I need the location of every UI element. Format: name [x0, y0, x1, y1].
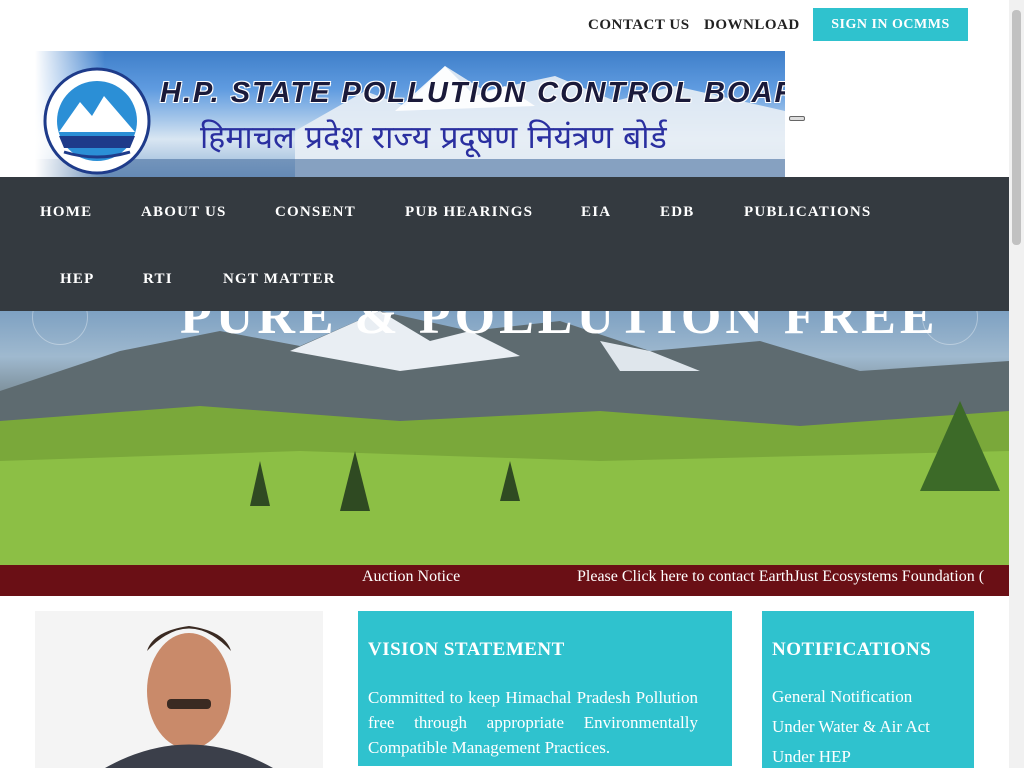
nav-eia[interactable]: EIA [581, 204, 611, 221]
nav-hep[interactable]: HEP [60, 271, 94, 288]
nav-about-us[interactable]: ABOUT US [141, 204, 227, 221]
nav-home[interactable]: HOME [40, 204, 92, 221]
sign-in-ocmms-button[interactable]: SIGN IN OCMMS [813, 8, 968, 41]
main-nav: HOME ABOUT US CONSENT PUB HEARINGS EIA E… [0, 177, 1009, 311]
portrait-photo [35, 611, 323, 768]
nav-publications[interactable]: PUBLICATIONS [744, 204, 871, 221]
notifications-title: NOTIFICATIONS [772, 639, 932, 660]
ticker-item-auction[interactable]: Auction Notice [362, 568, 460, 586]
vision-text: Committed to keep Himachal Pradesh Pollu… [368, 688, 698, 757]
notification-hep[interactable]: Under HEP [772, 747, 851, 767]
site-banner[interactable]: H.P. STATE POLLUTION CONTROL BOARD हिमाच… [35, 51, 785, 177]
vision-title: VISION STATEMENT [368, 639, 565, 660]
vision-statement-card: VISION STATEMENT Committed to keep Himac… [358, 611, 732, 766]
hpspcb-logo [43, 67, 151, 175]
nav-consent[interactable]: CONSENT [275, 204, 356, 221]
download-link[interactable]: DOWNLOAD [704, 17, 800, 34]
contact-us-link[interactable]: CONTACT US [588, 17, 690, 34]
notification-general[interactable]: General Notification [772, 687, 912, 707]
hero-slider: PURE & POLLUTION FREE [0, 311, 1009, 565]
nav-pub-hearings[interactable]: PUB HEARINGS [405, 204, 533, 221]
nav-edb[interactable]: EDB [660, 204, 694, 221]
hero-caption: PURE & POLLUTION FREE [180, 311, 939, 345]
ticker-item-earthjust[interactable]: Please Click here to contact EarthJust E… [577, 568, 984, 586]
nav-ngt-matter[interactable]: NGT MATTER [223, 271, 336, 288]
banner-title-hindi: हिमाचल प्रदेश राज्य प्रदूषण नियंत्रण बोर… [200, 118, 667, 156]
notification-water-air[interactable]: Under Water & Air Act [772, 717, 930, 737]
scrollbar-thumb[interactable] [1012, 10, 1021, 245]
nav-rti[interactable]: RTI [143, 271, 173, 288]
banner-title-english: H.P. STATE POLLUTION CONTROL BOARD [160, 77, 785, 109]
top-links-bar: CONTACT US DOWNLOAD SIGN IN OCMMS [0, 0, 1009, 50]
menu-toggle-button[interactable] [789, 116, 805, 121]
page-scrollbar[interactable] [1009, 0, 1024, 768]
portrait-image [35, 611, 323, 768]
hero-landscape [0, 311, 1009, 565]
news-ticker: Auction Notice Please Click here to cont… [0, 565, 1009, 596]
notifications-card: NOTIFICATIONS General Notification Under… [762, 611, 974, 768]
